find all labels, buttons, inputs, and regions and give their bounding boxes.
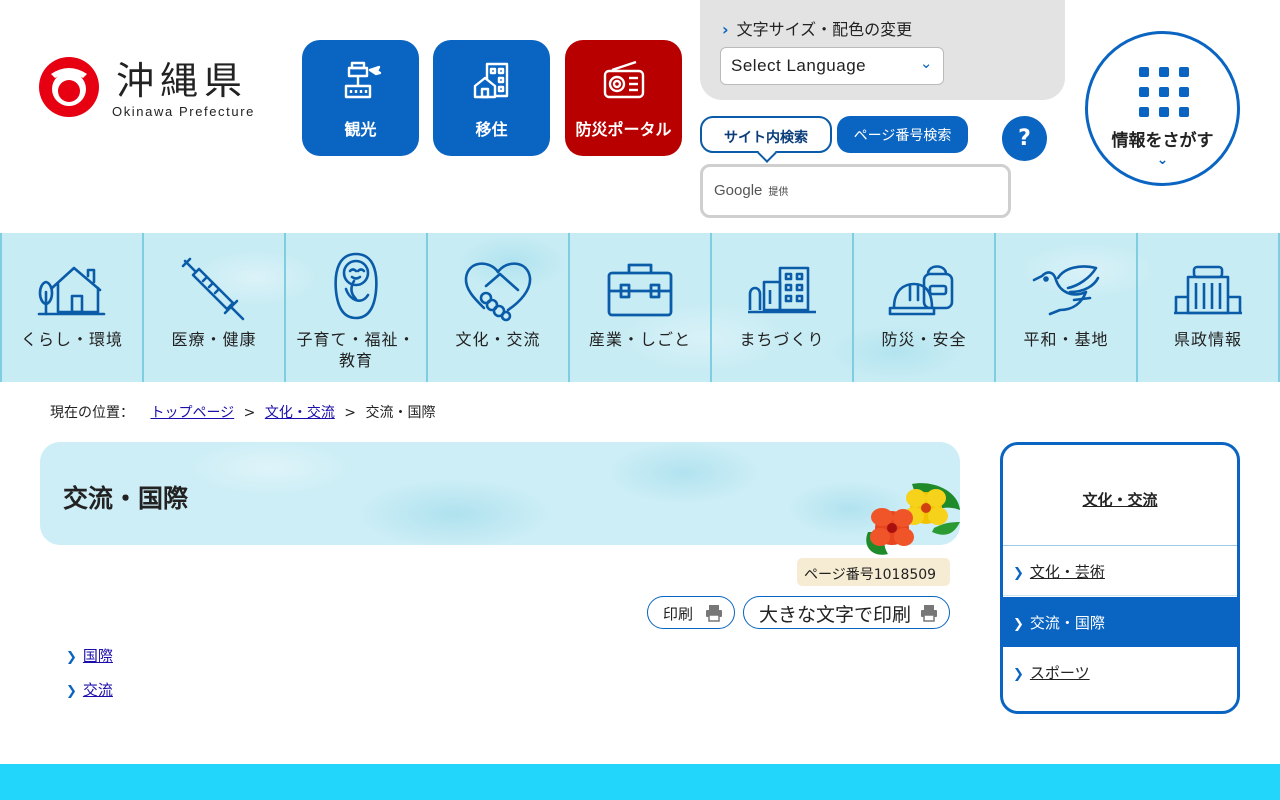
side-menu-item-exchange-international[interactable]: ❯ 交流・国際 <box>1003 597 1237 647</box>
category-label: 県政情報 <box>1173 330 1242 349</box>
link-international[interactable]: 国際 <box>83 647 113 665</box>
settings-link-label: 文字サイズ・配色の変更 <box>736 20 913 39</box>
find-information-button[interactable]: 情報をさがす ⌄ <box>1085 31 1240 186</box>
chevron-right-icon: ❯ <box>1013 617 1024 632</box>
language-select-value: Select Language <box>731 56 867 75</box>
help-button[interactable]: ? <box>1002 116 1047 161</box>
chevron-right-icon: ❯ <box>66 684 77 699</box>
category-prefectural-government[interactable]: 県政情報 <box>1136 233 1280 382</box>
list-item: ❯ 国際 <box>66 645 113 679</box>
page-number: ページ番号1018509 <box>797 558 950 586</box>
print-large-text-button[interactable]: 大きな文字で印刷 <box>743 596 950 629</box>
quick-link-migration[interactable]: 移住 <box>433 40 550 156</box>
category-navigation: くらし・環境 医療・健康 子育て・福祉・教育 文化・交流 産業・しごと まちづく… <box>0 233 1280 382</box>
tab-page-number-search[interactable]: ページ番号検索 <box>837 116 968 153</box>
category-label: くらし・環境 <box>20 330 123 349</box>
chevron-right-icon: ❯ <box>66 650 77 665</box>
category-label: 子育て・福祉・教育 <box>296 330 416 370</box>
side-menu-item-label: スポーツ <box>1029 664 1090 682</box>
syringe-icon <box>144 255 284 325</box>
printer-icon <box>921 605 937 622</box>
helmet-bag-icon <box>854 255 994 325</box>
category-label: 産業・しごと <box>588 330 691 349</box>
handshake-heart-icon <box>428 255 568 325</box>
side-menu-heading[interactable]: 文化・交流 <box>1003 445 1237 546</box>
category-label: 平和・基地 <box>1023 330 1109 349</box>
category-culture-exchange[interactable]: 文化・交流 <box>426 233 568 382</box>
breadcrumb-separator: > <box>243 405 256 421</box>
quick-link-label: 移住 <box>475 120 508 139</box>
print-large-label: 大きな文字で印刷 <box>759 604 912 626</box>
category-label: 防災・安全 <box>881 330 967 349</box>
side-menu-item-sports[interactable]: ❯ スポーツ <box>1003 647 1237 697</box>
category-label: まちづくり <box>739 330 825 349</box>
logo-title: 沖縄県 <box>116 59 249 103</box>
chevron-right-icon: › <box>722 20 729 39</box>
breadcrumb-current: 交流・国際 <box>365 405 436 421</box>
house-icon <box>433 60 550 102</box>
dove-icon <box>996 255 1136 325</box>
print-button-label: 印刷 <box>663 605 694 623</box>
breadcrumb: 現在の位置： トップページ > 文化・交流 > 交流・国際 <box>50 402 435 422</box>
category-disaster-safety[interactable]: 防災・安全 <box>852 233 994 382</box>
logo-subtitle: Okinawa Prefecture <box>112 104 255 119</box>
radio-icon <box>565 60 682 102</box>
quick-link-disaster-portal[interactable]: 防災ポータル <box>565 40 682 156</box>
language-select[interactable]: Select Language ⌄ <box>720 47 944 85</box>
side-menu-item-culture-arts[interactable]: ❯ 文化・芸術 <box>1003 546 1237 596</box>
category-medical-health[interactable]: 医療・健康 <box>142 233 284 382</box>
category-label: 文化・交流 <box>455 330 541 349</box>
footer-bar <box>0 764 1280 800</box>
okinawa-emblem-icon <box>39 57 99 117</box>
chevron-down-icon: ⌄ <box>1156 152 1169 168</box>
government-building-icon <box>1138 255 1278 325</box>
site-logo[interactable]: 沖縄県 Okinawa Prefecture <box>38 52 278 122</box>
subcategory-links: ❯ 国際 ❯ 交流 <box>66 645 113 713</box>
google-branding: Google 提供 <box>714 182 788 199</box>
quick-link-label: 観光 <box>344 120 377 139</box>
chevron-right-icon: ❯ <box>1013 667 1024 682</box>
side-menu-item-label: 交流・国際 <box>1029 614 1105 632</box>
printer-icon <box>706 605 722 622</box>
breadcrumb-link-top[interactable]: トップページ <box>150 405 234 421</box>
print-button[interactable]: 印刷 <box>647 596 735 629</box>
hibiscus-flower-icon <box>866 483 960 555</box>
baby-icon <box>286 251 426 321</box>
page-title-banner: 交流・国際 <box>40 442 960 545</box>
buildings-icon <box>712 255 852 325</box>
quick-link-label: 防災ポータル <box>575 120 672 139</box>
side-menu-heading-link[interactable]: 文化・交流 <box>1082 491 1157 509</box>
briefcase-icon <box>570 255 710 325</box>
chevron-down-icon: ⌄ <box>919 55 933 72</box>
find-information-label: 情報をさがす <box>1111 131 1214 151</box>
text-size-color-link[interactable]: › 文字サイズ・配色の変更 <box>722 16 912 40</box>
house-tree-icon <box>2 255 142 325</box>
category-label: 医療・健康 <box>171 330 257 349</box>
breadcrumb-link-culture[interactable]: 文化・交流 <box>265 405 335 421</box>
breadcrumb-separator: > <box>344 405 357 421</box>
google-provided-label: 提供 <box>768 187 789 198</box>
category-childcare-welfare-education[interactable]: 子育て・福祉・教育 <box>284 233 426 382</box>
chevron-right-icon: ❯ <box>1013 566 1024 581</box>
search-input[interactable]: Google 提供 <box>700 164 1011 218</box>
list-item: ❯ 交流 <box>66 679 113 713</box>
page-title: 交流・国際 <box>63 484 189 513</box>
grid-icon <box>1139 67 1189 117</box>
link-exchange[interactable]: 交流 <box>83 681 113 699</box>
category-industry-work[interactable]: 産業・しごと <box>568 233 710 382</box>
quick-link-tourism[interactable]: 観光 <box>302 40 419 156</box>
breadcrumb-label: 現在の位置： <box>50 405 134 421</box>
side-menu-item-label: 文化・芸術 <box>1029 563 1105 581</box>
category-town-development[interactable]: まちづくり <box>710 233 852 382</box>
tab-site-search[interactable]: サイト内検索 <box>700 116 832 153</box>
side-menu: 文化・交流 ❯ 文化・芸術 ❯ 交流・国際 ❯ スポーツ <box>1000 442 1240 714</box>
category-living-environment[interactable]: くらし・環境 <box>0 233 142 382</box>
tower-icon <box>302 60 419 102</box>
google-label: Google <box>714 182 763 199</box>
category-peace-bases[interactable]: 平和・基地 <box>994 233 1136 382</box>
accessibility-panel: › 文字サイズ・配色の変更 Select Language ⌄ <box>700 0 1065 100</box>
